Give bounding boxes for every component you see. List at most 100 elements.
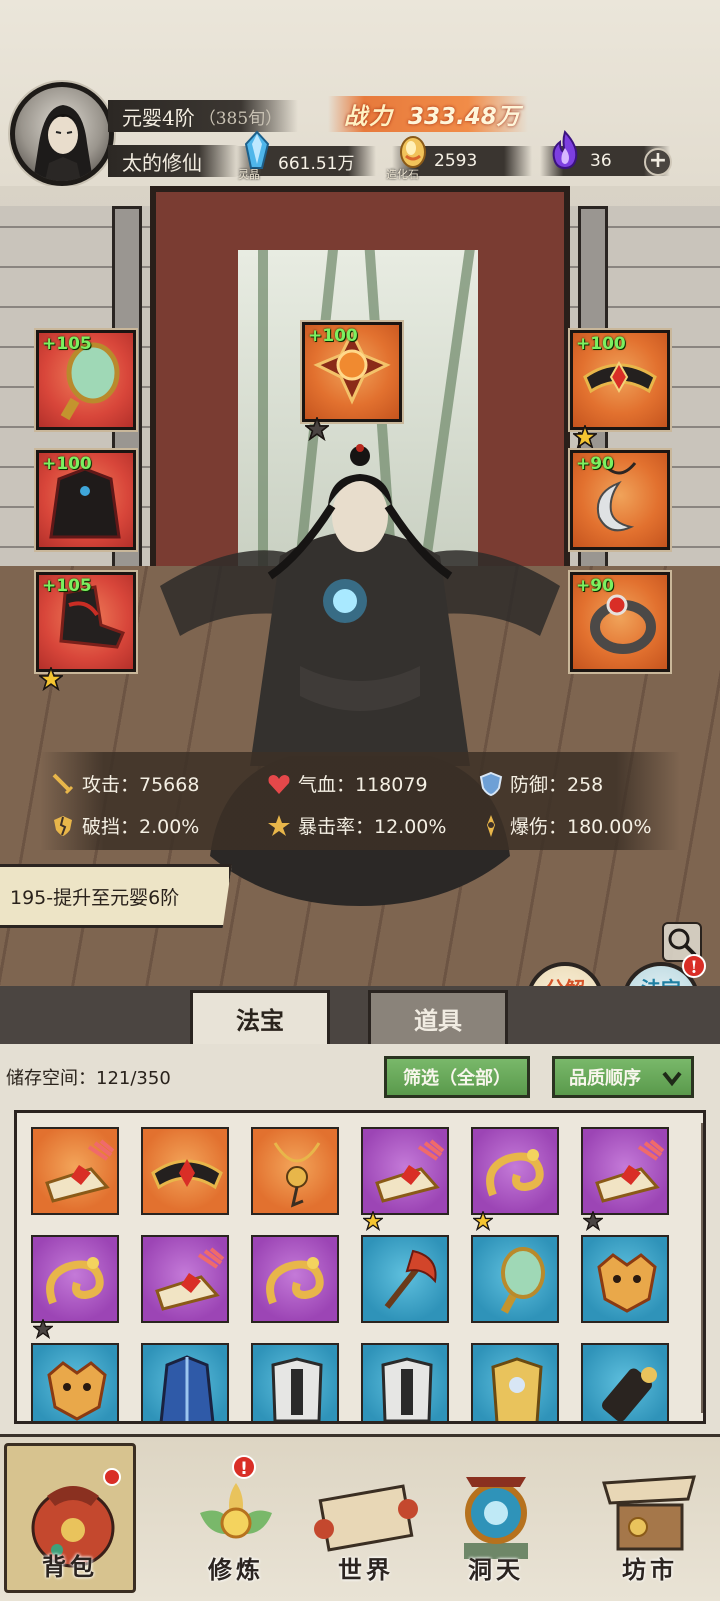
top-bar: 元婴4阶 （385旬） 太的修仙 战力 333.48万 灵晶 661.51万 造…: [0, 0, 720, 186]
nav-world-label: 世界: [338, 1555, 394, 1584]
winged-shoe-icon: [155, 1247, 225, 1311]
equip-slot-top[interactable]: +100: [302, 322, 402, 441]
avatar[interactable]: [10, 82, 114, 186]
inventory-item[interactable]: [31, 1343, 119, 1421]
resource-stone-caption: 造化石: [386, 168, 419, 181]
stat-defense: 防御：258: [478, 770, 603, 797]
empty-star-icon: [33, 1319, 53, 1339]
inventory-item[interactable]: [581, 1127, 669, 1231]
player-name-plate: 太的修仙: [108, 145, 238, 177]
equip-level: +100: [308, 326, 358, 346]
jade-fan-icon: [500, 1247, 545, 1314]
beast-mask-icon: [47, 1361, 107, 1421]
sort-dropdown[interactable]: 品质顺序: [552, 1056, 694, 1098]
portrait-icon: [33, 105, 93, 181]
nav-bag[interactable]: 背包: [4, 1443, 136, 1593]
stats-panel: 攻击：75668 气血：118079 防御：258 破挡：2.00% 暴击率：1…: [40, 752, 680, 850]
inventory-item[interactable]: [141, 1235, 229, 1323]
inventory-item[interactable]: [471, 1235, 559, 1323]
realm-text: 元婴4阶: [122, 105, 195, 130]
inventory-item[interactable]: [251, 1127, 339, 1215]
beast-mask-icon: [597, 1253, 657, 1313]
inventory-item[interactable]: [471, 1343, 559, 1421]
equip-level: +105: [42, 576, 92, 596]
resource-crystal: 灵晶 661.51万: [236, 130, 376, 181]
quest-text: 195-提升至元婴6阶: [10, 886, 180, 909]
storage-capacity: 储存空间：121/350: [6, 1068, 171, 1089]
equip-level: +100: [42, 454, 92, 474]
stat-hp: 气血：118079: [266, 770, 428, 797]
winged-shoe-icon: [45, 1139, 115, 1203]
equip-slot-left-3[interactable]: +105: [36, 572, 136, 691]
alert-badge: !: [682, 954, 706, 978]
star-icon: [573, 425, 597, 449]
stat-break-text: 破挡：2.00%: [82, 816, 200, 838]
star-icon: [39, 667, 63, 691]
inventory-item[interactable]: [361, 1343, 449, 1421]
nav-world[interactable]: 世界: [300, 1443, 432, 1593]
inventory-item[interactable]: [361, 1127, 449, 1231]
tab-bar: 法宝 道具: [0, 986, 720, 1044]
star-icon: [363, 1211, 383, 1231]
stat-attack-text: 攻击：75668: [82, 774, 200, 796]
empty-star-icon: [583, 1211, 603, 1231]
gold-armor-icon: [491, 1357, 543, 1421]
age-text: （385旬）: [198, 108, 283, 129]
stat-break: 破挡：2.00%: [50, 812, 199, 839]
resource-flame-value: 36: [590, 151, 612, 171]
equip-slot-left-2[interactable]: +100: [36, 450, 136, 550]
stat-crit-damage-text: 爆伤：180.00%: [510, 816, 652, 838]
nav-cultivate[interactable]: ! 修炼: [170, 1443, 302, 1593]
inventory-item[interactable]: [141, 1343, 229, 1421]
gold-dragon-icon: [266, 1257, 324, 1305]
inventory-item[interactable]: [581, 1235, 669, 1323]
tab-artifacts[interactable]: 法宝: [190, 990, 330, 1044]
filter-button[interactable]: 筛选（全部）: [384, 1056, 530, 1098]
gold-necklace-icon: [273, 1142, 321, 1208]
nav-market[interactable]: 坊市: [584, 1443, 716, 1593]
shield-icon: [479, 771, 503, 796]
inventory-item[interactable]: [361, 1235, 449, 1323]
tab-items[interactable]: 道具: [368, 990, 508, 1044]
stat-hp-text: 气血：118079: [298, 774, 428, 796]
chevron-down-icon: [662, 1071, 682, 1087]
inventory-item[interactable]: [251, 1235, 339, 1323]
equip-slot-left-1[interactable]: +105: [36, 330, 136, 430]
inventory-item[interactable]: [141, 1127, 229, 1215]
crit-damage-icon: [487, 814, 495, 837]
plus-icon: +: [648, 148, 668, 173]
fire-axe-icon: [384, 1249, 437, 1309]
stat-defense-text: 防御：258: [510, 774, 604, 796]
heart-icon: [268, 774, 290, 794]
nav-cave[interactable]: 洞天: [430, 1443, 562, 1593]
nav-cave-label: 洞天: [468, 1555, 524, 1584]
resource-crystal-value: 661.51万: [278, 153, 355, 174]
equip-level: +105: [42, 334, 92, 354]
inventory-item[interactable]: [251, 1343, 339, 1421]
inventory-scrollbar[interactable]: [701, 1123, 703, 1413]
equip-level: +100: [576, 334, 626, 354]
equip-slot-right-2[interactable]: +90: [570, 450, 670, 550]
inventory-item[interactable]: [31, 1235, 119, 1339]
inventory-grid: [14, 1110, 706, 1424]
equip-level: +90: [576, 454, 614, 474]
empty-star-icon: [305, 417, 329, 441]
stat-crit-rate-text: 暴击率：12.00%: [298, 816, 447, 838]
equip-slot-right-3[interactable]: +90: [570, 572, 670, 672]
realm-plate: 元婴4阶 （385旬）: [108, 100, 298, 132]
inventory-item[interactable]: [581, 1343, 669, 1421]
combat-power-value: 333.48万: [408, 104, 520, 130]
gold-dragon-icon: [46, 1257, 104, 1305]
equip-slot-right-1[interactable]: +100: [570, 330, 670, 449]
gold-dragon-icon: [486, 1149, 544, 1197]
stat-crit-damage: 爆伤：180.00%: [478, 812, 652, 839]
bottom-navigation: 背包 ! 修炼 世界 洞天 坊市: [0, 1434, 720, 1601]
resource-stone-value: 2593: [434, 151, 478, 171]
notification-dot: [103, 1468, 121, 1486]
quest-banner[interactable]: 195-提升至元婴6阶: [0, 864, 232, 928]
inventory-item[interactable]: [471, 1127, 559, 1231]
inventory-item[interactable]: [31, 1127, 119, 1215]
add-resource-button[interactable]: +: [644, 148, 672, 176]
alert-badge: !: [232, 1455, 256, 1479]
gold-crown-icon: [151, 1159, 223, 1190]
